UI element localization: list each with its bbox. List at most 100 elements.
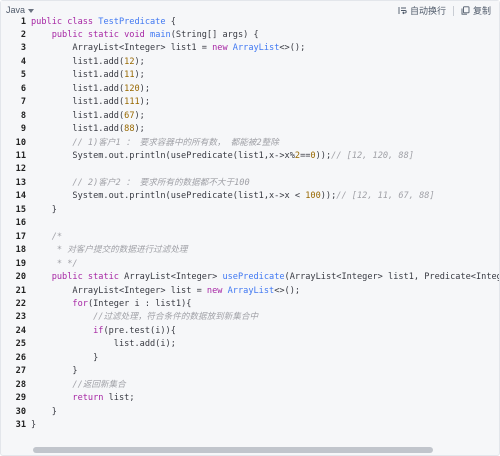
code-line: 4 list1.add(12); — [1, 56, 499, 69]
line-number: 2 — [20, 29, 26, 40]
line-number: 23 — [15, 312, 26, 323]
code-token: list1.add( — [31, 70, 125, 81]
code-token: )); — [320, 191, 337, 202]
code-token: 88 — [124, 124, 135, 135]
horizontal-scrollbar[interactable] — [33, 447, 433, 453]
code-line: 6 list1.add(120); — [1, 83, 499, 96]
code-token: ); — [134, 124, 145, 135]
code-token: list.add(i); — [31, 339, 176, 350]
line-number: 12 — [15, 164, 26, 175]
code-token: main — [150, 29, 171, 40]
code-text: list1.add(11); — [31, 69, 144, 82]
code-token: // [12, 11, 67, 88] — [336, 191, 435, 202]
code-line: 3 ArrayList<Integer> list1 = new ArrayLi… — [1, 42, 499, 55]
code-token: list; — [108, 393, 135, 404]
code-line: 1 public class TestPredicate { — [1, 16, 499, 29]
line-number: 6 — [20, 83, 26, 94]
line-number: 19 — [15, 258, 26, 269]
line-number: 27 — [15, 366, 26, 377]
code-text: list1.add(120); — [31, 83, 150, 96]
code-token: == — [300, 151, 311, 161]
line-number: 9 — [20, 124, 26, 135]
code-text: list1.add(88); — [31, 123, 145, 136]
code-token: list1.add( — [31, 97, 125, 108]
code-line: 22 for(Integer i : list1){ — [1, 298, 499, 311]
code-line: 21 ArrayList<Integer> list = new ArrayLi… — [1, 285, 499, 298]
language-selector[interactable]: Java — [6, 5, 35, 15]
code-line: 11 System.out.println(usePredicate(list1… — [1, 150, 499, 163]
code-text: } — [31, 406, 57, 419]
code-token: 12 — [124, 56, 135, 67]
line-number: 5 — [20, 70, 26, 81]
line-number: 7 — [20, 97, 26, 108]
line-number: 24 — [15, 325, 26, 336]
line-number: 17 — [15, 231, 26, 242]
code-line: 10 // 1)客户1 ： 要求容器中的所有数， 都能被2整除 — [1, 137, 499, 150]
line-number: 10 — [15, 137, 26, 148]
code-token: usePredicate — [222, 272, 285, 283]
code-token: return — [72, 393, 109, 404]
code-token: (String[] args) { — [170, 29, 259, 40]
toolbar-divider — [452, 5, 454, 16]
code-line: 26 } — [1, 352, 499, 365]
code-token: <>(); — [279, 43, 306, 54]
code-text: //返回新集合 — [31, 379, 125, 392]
code-token: } — [31, 352, 99, 363]
code-line: 13 // 2)客户2 ： 要求所有的数据都不大于100 — [1, 177, 499, 190]
code-token: } — [31, 204, 57, 215]
code-token: ArrayList — [232, 43, 280, 54]
code-token: new — [206, 285, 228, 296]
code-token: ); — [139, 83, 151, 94]
code-text: System.out.println(usePredicate(list1,x-… — [31, 190, 435, 203]
code-line: 19 * */ — [1, 258, 499, 271]
line-number: 31 — [15, 420, 26, 430]
line-number: 29 — [15, 393, 26, 404]
code-token: if — [93, 325, 104, 336]
code-token: ArrayList — [227, 285, 275, 296]
code-token: 120 — [124, 83, 140, 94]
line-number: 25 — [15, 339, 26, 350]
code-token: )); — [315, 151, 332, 161]
code-text: ArrayList<Integer> list = new ArrayList<… — [31, 285, 300, 298]
wrap-lines-icon — [398, 6, 407, 15]
code-text: * */ — [31, 258, 78, 271]
code-token: list1.add( — [31, 124, 125, 135]
code-token: (pre.test(i)){ — [103, 325, 176, 336]
code-token: ); — [134, 56, 145, 67]
code-line: 16 — [1, 217, 499, 230]
code-token: for — [72, 298, 88, 309]
code-token: ); — [134, 110, 145, 121]
code-line: 17 /* — [1, 231, 499, 244]
code-token: (Integer i : list1){ — [87, 298, 192, 309]
line-number: 18 — [15, 245, 26, 256]
code-text: } — [31, 419, 36, 432]
code-token: * 对客户提交的数据进行过滤处理 — [31, 245, 188, 256]
code-text: // 1)客户1 ： 要求容器中的所有数， 都能被2整除 — [31, 137, 279, 150]
line-number: 30 — [15, 406, 26, 417]
code-token: 67 — [124, 110, 135, 121]
code-line: 31} — [1, 419, 499, 432]
line-number: 21 — [15, 285, 26, 296]
code-text: ArrayList<Integer> list1 = new ArrayList… — [31, 42, 305, 55]
code-line: 5 list1.add(11); — [1, 69, 499, 82]
code-token: } — [31, 366, 78, 377]
code-text: } — [31, 352, 98, 365]
line-number: 22 — [15, 298, 26, 309]
code-token: <>(); — [274, 285, 301, 296]
code-token: list1.add( — [31, 83, 125, 94]
code-text: // 2)客户2 ： 要求所有的数据都不大于100 — [31, 177, 249, 190]
code-token: ); — [139, 97, 151, 108]
line-number: 3 — [20, 43, 26, 54]
code-text: list1.add(67); — [31, 110, 145, 123]
line-number: 26 — [15, 352, 26, 363]
line-number: 11 — [15, 151, 26, 161]
line-number: 13 — [15, 177, 26, 188]
code-area[interactable]: 1 public class TestPredicate {2 public st… — [1, 15, 499, 443]
code-token: } — [31, 406, 57, 417]
code-token: // 1)客户1 ： 要求容器中的所有数， 都能被2整除 — [72, 137, 279, 148]
